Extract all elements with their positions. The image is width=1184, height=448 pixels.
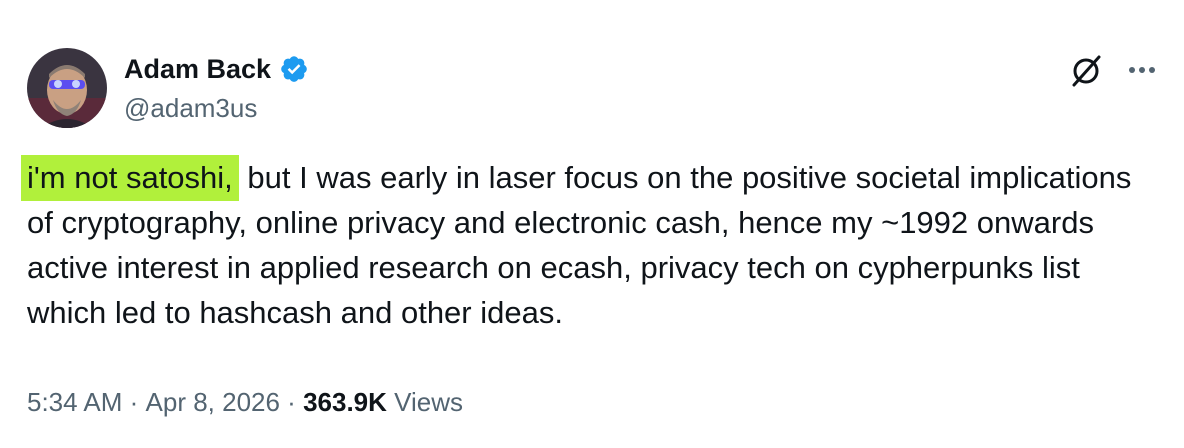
author-handle[interactable]: @adam3us (124, 93, 257, 124)
author-display-name[interactable]: Adam Back (124, 54, 271, 85)
highlighted-text: i'm not satoshi, (21, 155, 239, 201)
tweet-time[interactable]: 5:34 AM (27, 387, 122, 418)
meta-separator: · (122, 387, 146, 417)
tweet-date[interactable]: Apr 8, 2026 (146, 387, 280, 418)
author-name-row: Adam Back (124, 52, 309, 86)
meta-separator: · (279, 387, 304, 417)
avatar[interactable] (27, 48, 107, 128)
verified-badge-icon[interactable] (279, 54, 309, 84)
views-count: 363.9K (303, 387, 387, 417)
tweet-text: i'm not satoshi, but I was early in lase… (21, 155, 1157, 335)
tweet-meta: 5:34 AM · Apr 8, 2026 · 363.9K Views (27, 387, 463, 418)
more-icon[interactable] (1124, 56, 1160, 84)
profile-photo-icon (27, 48, 107, 128)
grok-icon[interactable] (1066, 54, 1106, 88)
views-label: Views (386, 387, 464, 417)
